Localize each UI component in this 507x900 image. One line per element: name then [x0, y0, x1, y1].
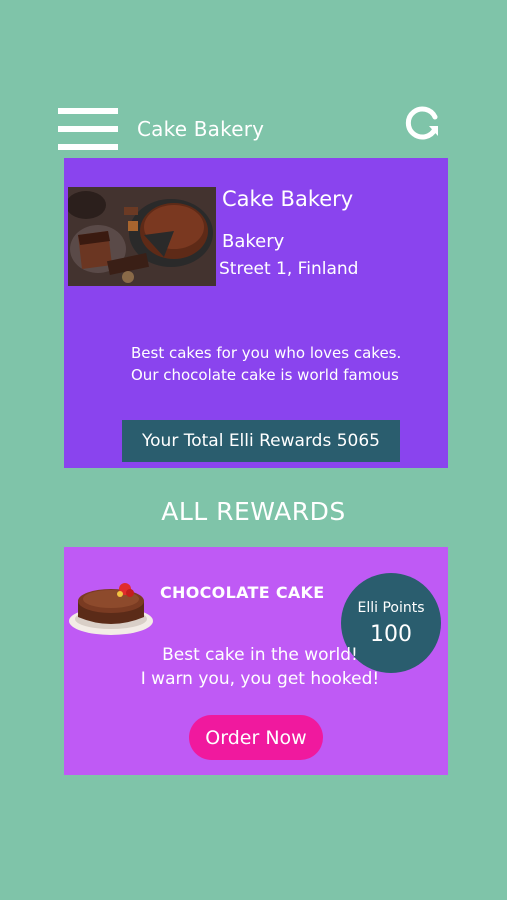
chocolate-cake-image — [68, 579, 154, 637]
reward-title: CHOCOLATE CAKE — [160, 583, 325, 602]
bakery-card: Cake Bakery Bakery Street 1, Finland Bes… — [64, 158, 448, 468]
hamburger-menu-icon[interactable] — [58, 108, 118, 150]
points-label: Elli Points — [357, 599, 425, 616]
refresh-icon[interactable] — [402, 103, 442, 143]
bakery-description: Best cakes for you who loves cakes. Our … — [131, 344, 402, 384]
order-now-button[interactable]: Order Now — [189, 715, 323, 760]
bakery-address: Street 1, Finland — [219, 259, 359, 279]
rewards-total-badge: Your Total Elli Rewards 5065 — [122, 420, 400, 462]
all-rewards-heading: ALL REWARDS — [161, 497, 346, 526]
reward-description-line2: I warn you, you get hooked! — [140, 669, 380, 689]
bakery-type: Bakery — [222, 231, 285, 252]
reward-description: Best cake in the world! I warn you, you … — [64, 643, 456, 691]
bakery-name: Cake Bakery — [222, 187, 354, 211]
app-title: Cake Bakery — [137, 117, 265, 141]
reward-description-line1: Best cake in the world! — [162, 645, 358, 665]
reward-card: CHOCOLATE CAKE Elli Points 100 Best cake… — [64, 547, 448, 775]
bakery-cake-photo — [66, 187, 216, 286]
